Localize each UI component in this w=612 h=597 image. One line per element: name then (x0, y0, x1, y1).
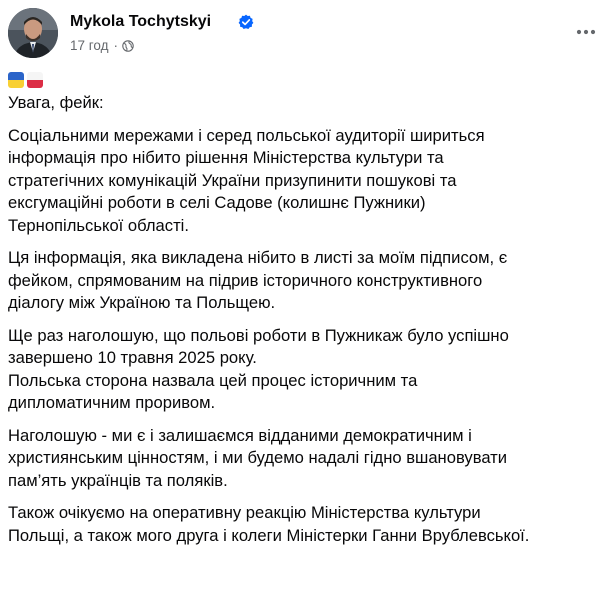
post-line: Польщі, а також мого друга і колеги Міні… (8, 525, 530, 545)
avatar[interactable] (8, 8, 58, 58)
poland-flag-icon (27, 72, 43, 88)
post-line: Ця інформація, яка викладена нібито в ли… (8, 248, 508, 267)
facebook-post: Mykola Tochytskyi 17 год · Увага, фейк: … (0, 0, 612, 597)
post-line: інформація про нібито рішення Міністерст… (8, 148, 444, 167)
post-line: ексгумаційні роботи в селі Садове (колиш… (8, 193, 426, 212)
flag-emojis (8, 72, 43, 88)
ukraine-flag-icon (8, 72, 24, 88)
post-line: діалогу між Україною та Польщею. (8, 293, 276, 312)
post-line: Ще раз наголошую, що польові роботи в Пу… (8, 325, 509, 345)
post-paragraph-3: Ще раз наголошую, що польові роботи в Пу… (8, 325, 608, 415)
post-line: християнським цінностям, і ми будемо над… (8, 448, 508, 467)
post-line: Наголошую - ми є і залишаємся відданими … (8, 425, 472, 445)
post-line: Соціальними мережами і серед польської а… (8, 125, 485, 145)
post-line: пам’ять українців та поляків. (8, 470, 228, 490)
post-paragraph-5: Також очікуємо на оперативну реакцію Мін… (8, 502, 608, 547)
verified-badge-icon (238, 14, 254, 29)
post-line: стратегічних комунікацій України призупи… (8, 170, 457, 190)
avatar-photo (8, 8, 58, 58)
post-line: завершено 10 травня 2025 року. (8, 348, 257, 367)
post-body: Увага, фейк: Соціальними мережами і сере… (8, 92, 608, 547)
post-paragraph-2: Ця інформація, яка викладена нібито в ли… (8, 247, 608, 315)
more-horizontal-icon (576, 29, 596, 35)
post-line: Польська сторона назвала цей процес істо… (8, 370, 418, 390)
post-paragraph-4: Наголошую - ми є і залишаємся відданими … (8, 425, 608, 493)
meta-separator: · (113, 38, 118, 53)
post-meta: 17 год · (70, 37, 134, 55)
post-paragraph-1: Соціальними мережами і серед польської а… (8, 125, 608, 238)
author-name[interactable]: Mykola Tochytskyi (70, 12, 211, 32)
more-options-button[interactable] (568, 14, 604, 50)
post-line: дипломатичним проривом. (8, 393, 216, 412)
post-line: Тернопільської області. (8, 215, 189, 235)
post-timestamp[interactable]: 17 год (70, 37, 108, 55)
post-line: фейком, спрямованим на підрив історичног… (8, 270, 483, 290)
post-intro: Увага, фейк: (8, 93, 104, 112)
post-header: Mykola Tochytskyi 17 год · (8, 8, 604, 60)
post-line: Також очікуємо на оперативну реакцію Мін… (8, 503, 481, 522)
globe-icon (122, 40, 134, 52)
